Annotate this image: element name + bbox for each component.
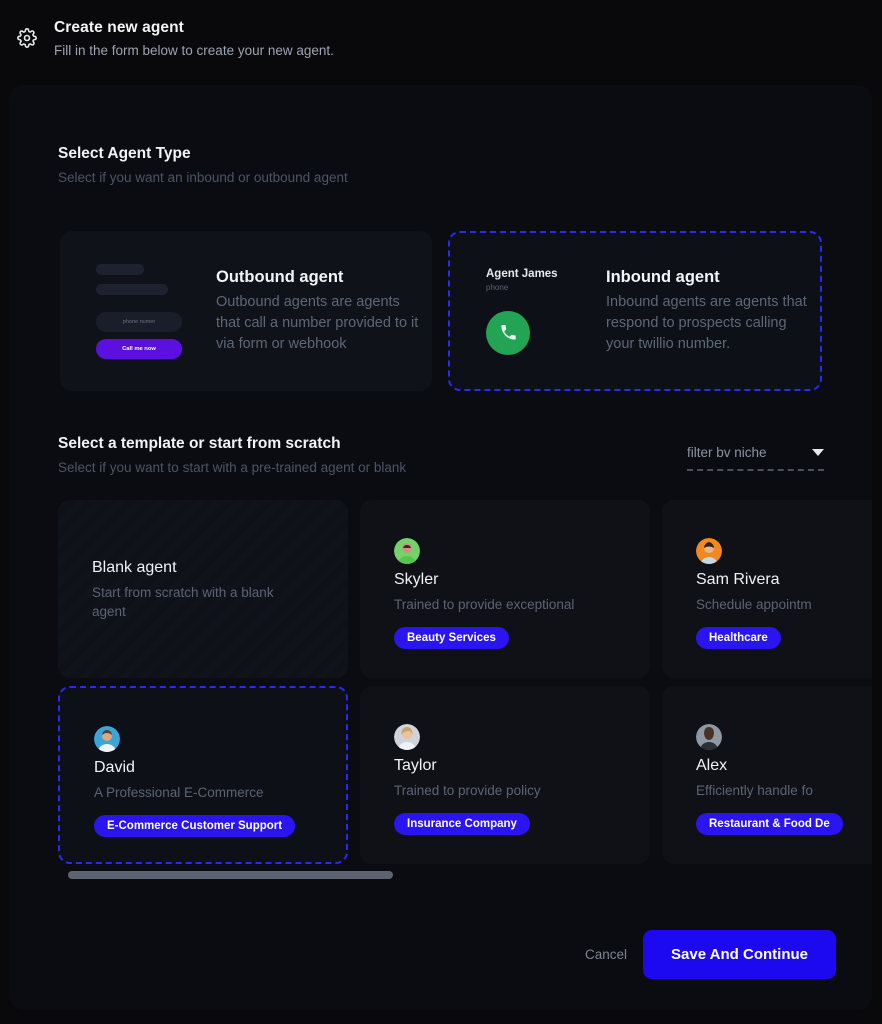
avatar [94,726,120,752]
skeleton-bar [96,263,144,275]
template-card-taylor[interactable]: Taylor Trained to provide policy Insuran… [360,686,650,864]
template-subtitle: Select if you want to start with a pre-t… [58,460,407,475]
agent-type-card-row: phone numer Call me now Outbound agent O… [60,231,832,391]
template-name: David [94,759,135,776]
outbound-title: Outbound agent [216,267,344,286]
horizontal-scrollbar[interactable] [58,871,872,879]
template-description: A Professional E-Commerce [94,785,264,800]
agent-type-card-inbound[interactable]: Agent James phone Inbound agent Inbound … [448,231,822,391]
template-badge: Restaurant & Food De [696,813,843,835]
inbound-mock-preview: Agent James phone [450,268,600,355]
phone-icon [486,310,530,355]
inbound-description: Inbound agents are agents that respond t… [606,293,807,352]
template-description: Schedule appointm [696,597,812,612]
page-header: Create new agent Fill in the form below … [0,0,882,85]
create-agent-panel: Select Agent Type Select if you want an … [10,85,872,1010]
template-card-alex[interactable]: Alex Efficiently handle fo Restaurant & … [662,686,872,864]
chevron-down-icon [812,449,824,456]
form-footer: Cancel Save And Continue [569,930,836,979]
template-description: Efficiently handle fo [696,783,813,798]
save-and-continue-button[interactable]: Save And Continue [643,930,836,979]
scrollbar-thumb[interactable] [68,871,393,879]
template-heading-block: Select a template or start from scratch … [58,435,406,475]
template-description: Trained to provide exceptional [394,597,575,612]
avatar [696,538,722,564]
template-badge: E-Commerce Customer Support [94,815,296,837]
outbound-mock-form: phone numer Call me now [60,263,210,359]
avatar [696,724,722,750]
filter-label: filter bv niche [687,445,767,460]
template-card-blank[interactable]: Blank agent Start from scratch with a bl… [58,500,348,678]
avatar [394,538,420,564]
mock-phone-input: phone numer [96,311,182,332]
template-name: Alex [696,757,728,774]
template-card-sam-rivera[interactable]: Sam Rivera Schedule appointm Healthcare [662,500,872,678]
mock-agent-label: phone [486,282,509,292]
avatar [394,724,420,750]
filter-by-niche-dropdown[interactable]: filter bv niche [687,445,824,471]
gear-icon [0,18,54,48]
agent-type-heading-block: Select Agent Type Select if you want an … [58,145,348,185]
template-badge: Insurance Company [394,813,530,835]
mock-agent-name: Agent James [486,267,558,280]
template-card-skyler[interactable]: Skyler Trained to provide exceptional Be… [360,500,650,678]
page-subtitle: Fill in the form below to create your ne… [54,43,334,58]
template-name: Sam Rivera [696,571,780,588]
page-title: Create new agent [54,19,184,36]
cancel-button[interactable]: Cancel [569,937,643,972]
template-description: Start from scratch with a blank agent [92,585,274,619]
template-description: Trained to provide policy [394,783,541,798]
agent-type-title: Select Agent Type [58,145,191,162]
agent-type-card-outbound[interactable]: phone numer Call me now Outbound agent O… [60,231,432,391]
template-card-david[interactable]: David A Professional E-Commerce E-Commer… [58,686,348,864]
agent-type-subtitle: Select if you want an inbound or outboun… [58,170,348,185]
mock-call-me-now-button: Call me now [96,338,182,359]
template-grid-scroll-area[interactable]: Blank agent Start from scratch with a bl… [58,500,872,880]
outbound-description: Outbound agents are agents that call a n… [216,293,419,352]
template-name: Skyler [394,571,439,588]
template-badge: Healthcare [696,627,781,649]
skeleton-bar [96,283,168,295]
template-badge: Beauty Services [394,627,509,649]
inbound-title: Inbound agent [606,267,720,286]
filter-underline [687,469,824,471]
template-name: Taylor [394,757,437,774]
template-name: Blank agent [92,559,177,576]
template-title: Select a template or start from scratch [58,435,341,452]
